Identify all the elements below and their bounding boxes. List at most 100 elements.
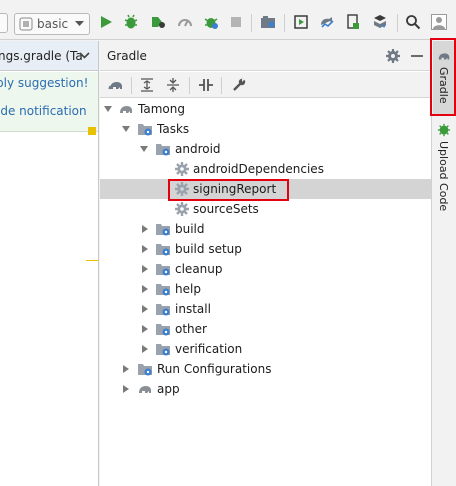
stop-icon[interactable] — [227, 13, 245, 31]
toolbar-divider — [189, 77, 190, 94]
apply-changes-icon[interactable] — [202, 13, 220, 31]
gear-icon[interactable] — [385, 48, 401, 64]
tree-row-run-configurations[interactable]: Run Configurations — [100, 359, 431, 379]
toggle-offline-icon[interactable] — [197, 76, 215, 94]
caret-right-icon[interactable] — [141, 305, 149, 313]
caret-right-icon[interactable] — [122, 365, 130, 373]
caret-right-icon[interactable] — [141, 265, 149, 273]
tree-row-tamong[interactable]: Tamong — [100, 99, 431, 119]
apply-suggestion-link[interactable]: ply suggestion! — [0, 76, 88, 90]
caret-line-marker — [86, 260, 98, 261]
layout-inspector-icon[interactable] — [371, 13, 389, 31]
expand-all-icon[interactable] — [138, 76, 156, 94]
run-icon[interactable] — [97, 13, 115, 31]
chevron-down-icon[interactable] — [79, 52, 90, 59]
tree-row-other[interactable]: other — [100, 319, 431, 339]
caret-down-icon[interactable] — [104, 105, 112, 113]
caret-right-icon[interactable] — [141, 285, 149, 293]
caret-down-icon[interactable] — [140, 145, 148, 153]
tree-row-android[interactable]: android — [100, 139, 431, 159]
device-file-icon[interactable] — [344, 13, 362, 31]
search-icon[interactable] — [404, 13, 422, 31]
android-config-icon — [19, 17, 33, 31]
tree-row-build[interactable]: build — [100, 219, 431, 239]
gradle-header: Gradle — [100, 41, 431, 71]
task-gear-icon — [175, 162, 189, 176]
tree-row-tasks[interactable]: Tasks — [100, 119, 431, 139]
sdk-manager-icon[interactable] — [259, 13, 277, 31]
task-folder-icon — [156, 224, 170, 236]
tree-row-android-dependencies[interactable]: androidDependencies — [100, 159, 431, 179]
caret-right-icon[interactable] — [122, 385, 130, 393]
tree-label: Tasks — [157, 122, 190, 136]
notification-bar: ply suggestion! ide notification — [0, 72, 98, 132]
right-tool-strip: Gradle Upload Code — [431, 41, 456, 486]
tree-row-verification[interactable]: verification — [100, 339, 431, 359]
tree-label: build setup — [175, 242, 242, 256]
profile-icon[interactable] — [149, 13, 167, 31]
task-folder-icon — [156, 324, 170, 336]
upload-code-tab[interactable]: Upload Code — [433, 121, 456, 216]
task-folder-icon — [156, 244, 170, 256]
task-folder-icon — [156, 144, 170, 156]
editor-tab-label: ngs.gradle (Ta — [0, 49, 83, 63]
task-folder-icon — [156, 344, 170, 356]
task-folder-icon — [156, 264, 170, 276]
wrench-icon[interactable] — [230, 76, 248, 94]
collapse-all-icon[interactable] — [164, 76, 182, 94]
run-config-dropdown[interactable]: basic — [14, 13, 90, 35]
toolbar-combo-stub[interactable] — [0, 13, 8, 33]
tree-row-cleanup[interactable]: cleanup — [100, 259, 431, 279]
gradle-elephant-icon — [120, 106, 132, 113]
tree-row-signing-report[interactable]: signingReport — [100, 179, 431, 199]
caret-right-icon[interactable] — [141, 245, 149, 253]
task-folder-icon — [156, 304, 170, 316]
gradle-tool-window: Gradle Tamong Tasks android androidDepen… — [100, 41, 431, 486]
gradle-tree: Tamong Tasks android androidDependencies… — [100, 98, 431, 486]
tree-label: Tamong — [138, 102, 185, 116]
gradle-tab-label: Gradle — [437, 67, 450, 104]
tree-label: install — [175, 302, 211, 316]
gradle-elephant-icon — [139, 386, 151, 393]
tree-row-source-sets[interactable]: sourceSets — [100, 199, 431, 219]
run-config-label: basic — [37, 17, 69, 31]
gradle-side-tab[interactable]: Gradle — [433, 41, 456, 116]
toolbar-divider — [251, 14, 252, 32]
caret-down-icon[interactable] — [122, 125, 130, 133]
caret-right-icon[interactable] — [141, 225, 149, 233]
gradle-title: Gradle — [107, 49, 147, 63]
tree-row-build-setup[interactable]: build setup — [100, 239, 431, 259]
toolbar-divider — [221, 77, 222, 94]
run-config-folder-icon — [138, 364, 152, 376]
editor-pane: ngs.gradle (Ta ply suggestion! ide notif… — [0, 41, 99, 486]
task-folder-icon — [156, 284, 170, 296]
hide-notification-link[interactable]: ide notification — [0, 104, 87, 118]
caret-right-icon[interactable] — [141, 345, 149, 353]
upload-bug-icon — [437, 123, 451, 137]
tree-label: android — [175, 142, 221, 156]
sync-gradle-icon[interactable] — [318, 13, 336, 31]
toolbar-divider — [397, 14, 398, 32]
chevron-down-icon — [75, 21, 84, 26]
tree-label: Run Configurations — [157, 362, 272, 376]
avd-manager-icon[interactable] — [292, 13, 310, 31]
tree-label: cleanup — [175, 262, 223, 276]
user-icon[interactable] — [430, 13, 448, 31]
main-toolbar: basic — [0, 0, 456, 40]
toolbar-divider — [284, 14, 285, 32]
elephant-refresh-icon[interactable] — [107, 76, 125, 94]
tree-row-app[interactable]: app — [100, 379, 431, 399]
tree-label: sourceSets — [193, 202, 259, 216]
minimize-icon[interactable] — [411, 55, 423, 57]
editor-tab[interactable]: ngs.gradle (Ta — [0, 41, 98, 71]
tree-row-help[interactable]: help — [100, 279, 431, 299]
tree-label: other — [175, 322, 207, 336]
debug-icon[interactable] — [122, 13, 140, 31]
tree-label: androidDependencies — [193, 162, 324, 176]
task-folder-icon — [138, 124, 152, 136]
tree-row-install[interactable]: install — [100, 299, 431, 319]
attach-debugger-icon[interactable] — [176, 13, 194, 31]
toolbar-divider — [131, 77, 132, 94]
caret-right-icon[interactable] — [141, 325, 149, 333]
warning-marker[interactable] — [88, 127, 96, 135]
